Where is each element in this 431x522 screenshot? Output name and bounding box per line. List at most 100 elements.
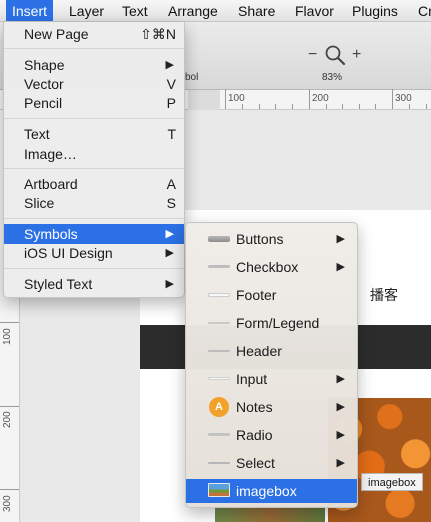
submenu-arrow-icon: ▶	[336, 401, 345, 413]
radio-thumbnail-icon	[208, 433, 230, 436]
menu-item-label: Symbols	[24, 226, 78, 242]
symbol-item-label: Select	[236, 455, 275, 471]
checkbox-thumbnail-icon	[208, 265, 230, 268]
menu-item-shortcut: V	[166, 76, 176, 92]
symbol-item-label: Footer	[236, 287, 277, 303]
submenu-arrow-icon: ▶	[336, 373, 345, 385]
menu-text[interactable]: Text	[122, 0, 148, 21]
submenu-arrow-icon: ▶	[336, 429, 345, 441]
magnifier-icon[interactable]	[324, 44, 346, 66]
ruler-tick	[292, 104, 293, 109]
ruler-tick	[359, 104, 360, 109]
menu-item-slice[interactable]: Slice S	[4, 193, 184, 213]
ruler-tick	[326, 104, 327, 109]
menu-item-artboard[interactable]: Artboard A	[4, 174, 184, 194]
ruler-tick	[0, 322, 19, 323]
zoom-level: 83%	[322, 72, 343, 83]
symbol-item-select[interactable]: Select ▶	[186, 451, 357, 475]
symbols-submenu: Buttons ▶ Checkbox ▶ Footer Form/Legend …	[185, 222, 358, 508]
symbol-item-checkbox[interactable]: Checkbox ▶	[186, 255, 357, 279]
menu-separator	[4, 268, 184, 269]
menu-flavor[interactable]: Flavor	[295, 0, 334, 21]
menu-item-pencil[interactable]: Pencil P	[4, 93, 184, 113]
menu-arrange[interactable]: Arrange	[168, 0, 218, 21]
ruler-tick	[342, 104, 343, 109]
symbol-item-label: Input	[236, 371, 268, 387]
menu-item-shape[interactable]: Shape ▶	[4, 55, 184, 75]
layer-tooltip: imagebox	[361, 473, 423, 491]
zoom-in-button[interactable]: +	[352, 46, 361, 64]
ruler-label-100: 100	[2, 328, 13, 345]
ruler-tick	[242, 104, 243, 109]
menu-insert[interactable]: Insert	[6, 0, 54, 21]
ruler-tick	[426, 104, 427, 109]
menu-bar: Insert Layer Text Arrange Share Flavor P…	[0, 0, 431, 22]
insert-menu: New Page ⇧⌘N Shape ▶ Vector V Pencil P T…	[3, 22, 185, 298]
menu-item-label: Artboard	[24, 176, 78, 192]
symbol-item-notes[interactable]: A Notes ▶	[186, 395, 357, 419]
symbol-item-label: imagebox	[236, 483, 297, 499]
symbol-item-buttons[interactable]: Buttons ▶	[186, 227, 357, 251]
imagebox-thumbnail-icon	[208, 483, 230, 497]
select-thumbnail-icon	[208, 462, 230, 464]
form-thumbnail-icon	[208, 322, 230, 324]
menu-layer[interactable]: Layer	[69, 0, 104, 21]
menu-separator	[4, 48, 184, 49]
menu-item-label: Vector	[24, 76, 64, 92]
symbol-item-label: Buttons	[236, 231, 284, 247]
menu-item-shortcut: T	[167, 126, 176, 142]
symbol-item-radio[interactable]: Radio ▶	[186, 423, 357, 447]
menu-item-label: New Page	[24, 26, 89, 42]
ruler-label-300: 300	[395, 93, 412, 104]
button-thumbnail-icon	[208, 236, 230, 242]
ruler-tick	[275, 104, 276, 109]
menu-item-new-page[interactable]: New Page ⇧⌘N	[4, 24, 184, 44]
menu-item-shortcut: P	[166, 95, 176, 111]
menu-separator	[4, 118, 184, 119]
ruler-tick	[0, 489, 19, 490]
menu-share[interactable]: Share	[238, 0, 275, 21]
toolbar-partial-label: bol	[185, 72, 199, 83]
ruler-label-200: 200	[312, 93, 329, 104]
menu-item-ios-ui-design[interactable]: iOS UI Design ▶	[4, 243, 184, 263]
menu-item-text[interactable]: Text T	[4, 124, 184, 144]
menu-item-label: Image…	[24, 146, 77, 162]
notes-badge-icon: A	[209, 397, 229, 417]
submenu-arrow-icon: ▶	[165, 59, 174, 71]
zoom-out-button[interactable]: −	[308, 46, 317, 64]
menu-item-label: Text	[24, 126, 50, 142]
input-thumbnail-icon	[208, 377, 230, 380]
ruler-tick	[0, 406, 19, 407]
symbol-item-imagebox[interactable]: imagebox	[186, 479, 357, 503]
symbol-item-input[interactable]: Input ▶	[186, 367, 357, 391]
ruler-tick	[259, 104, 260, 109]
submenu-arrow-icon: ▶	[336, 261, 345, 273]
menu-item-label: Slice	[24, 195, 55, 211]
ruler-tick	[375, 104, 376, 109]
symbol-item-form-legend[interactable]: Form/Legend	[186, 311, 357, 335]
submenu-arrow-icon: ▶	[336, 233, 345, 245]
menu-item-symbols[interactable]: Symbols ▶	[4, 224, 184, 244]
menu-separator	[4, 218, 184, 219]
menu-item-shortcut: ⇧⌘N	[140, 26, 176, 42]
bottom-image-strip[interactable]	[215, 506, 325, 522]
menu-item-shortcut: S	[166, 195, 176, 211]
ruler-label-200: 200	[2, 411, 13, 428]
menu-plugins[interactable]: Plugins	[352, 0, 398, 21]
menu-item-styled-text[interactable]: Styled Text ▶	[4, 274, 184, 294]
symbol-item-footer[interactable]: Footer	[186, 283, 357, 307]
menu-item-image[interactable]: Image…	[4, 144, 184, 164]
submenu-arrow-icon: ▶	[165, 228, 174, 240]
menu-item-label: Styled Text	[24, 276, 93, 292]
menu-cr[interactable]: Cr	[418, 0, 431, 21]
symbol-item-label: Notes	[236, 399, 273, 415]
symbol-item-header[interactable]: Header	[186, 339, 357, 363]
ruler-tick	[309, 89, 310, 109]
ruler-label-300: 300	[2, 495, 13, 512]
symbol-item-label: Form/Legend	[236, 315, 320, 331]
artboard-cjk-text: 播客	[370, 288, 398, 304]
symbol-item-label: Radio	[236, 427, 273, 443]
submenu-arrow-icon: ▶	[165, 247, 174, 259]
menu-item-vector[interactable]: Vector V	[4, 74, 184, 94]
header-thumbnail-icon	[208, 350, 230, 352]
